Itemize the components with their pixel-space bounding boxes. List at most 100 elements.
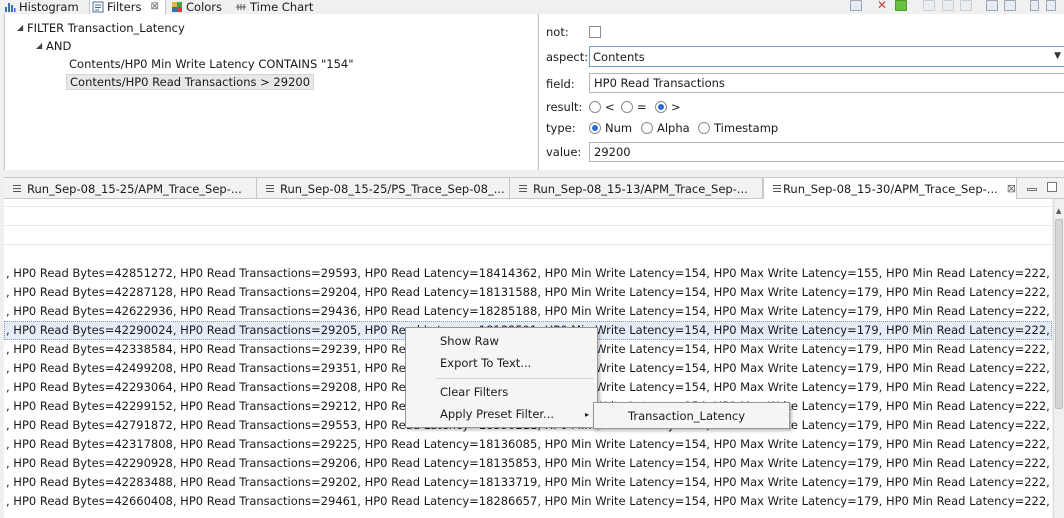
aspect-value: Contents bbox=[593, 49, 645, 64]
aspect-label: aspect: bbox=[546, 50, 589, 64]
trace-tab-strip: Run_Sep-08_15-25/APM_Trace_Sep-... Run_S… bbox=[4, 177, 1064, 199]
menu-item-transaction-latency[interactable]: Transaction_Latency bbox=[594, 404, 789, 428]
option-label: Timestamp bbox=[714, 121, 779, 135]
collapse-icon[interactable]: ◢ bbox=[36, 41, 46, 50]
option-label: Alpha bbox=[657, 121, 690, 135]
cut-icon[interactable] bbox=[923, 0, 935, 11]
filter-tree: ◢ FILTER Transaction_Latency ◢ AND Conte… bbox=[4, 14, 537, 170]
paste-icon[interactable] bbox=[960, 0, 972, 11]
export-icon[interactable] bbox=[1004, 0, 1016, 11]
table-row[interactable]: , HP0 Read Bytes=42287128, HP0 Read Tran… bbox=[4, 283, 1052, 302]
option-label: = bbox=[637, 100, 647, 114]
filter-properties: not: aspect: Contents ▼ field: HP0 Read … bbox=[538, 14, 1064, 170]
table-row[interactable]: , HP0 Read Bytes=42660408, HP0 Read Tran… bbox=[4, 492, 1052, 511]
row-divider bbox=[4, 206, 1052, 207]
scroll-up-icon[interactable]: ▲ bbox=[1056, 207, 1061, 215]
tab-time-chart[interactable]: Time Chart bbox=[233, 0, 319, 14]
histogram-icon bbox=[5, 3, 16, 12]
menu-item-apply-preset-filter[interactable]: Apply Preset Filter... ▸ bbox=[406, 404, 597, 425]
document-icon bbox=[12, 183, 22, 194]
trace-tab-label: Run_Sep-08_15-13/APM_Trace_Sep-... bbox=[533, 181, 748, 196]
type-label: type: bbox=[546, 121, 576, 135]
type-option-alpha[interactable]: Alpha bbox=[641, 121, 690, 135]
trace-tab-label: Run_Sep-08_15-25/APM_Trace_Sep-... bbox=[27, 181, 242, 196]
preset-filter-submenu: Transaction_Latency bbox=[593, 402, 790, 429]
tab-label: Filters bbox=[107, 0, 142, 14]
table-row[interactable]: , HP0 Read Bytes=42851272, HP0 Read Tran… bbox=[4, 264, 1052, 283]
collapse-icon[interactable]: ◢ bbox=[17, 23, 27, 32]
context-menu: Show Raw Export To Text... Clear Filters… bbox=[405, 327, 598, 428]
chevron-down-icon: ▼ bbox=[1054, 51, 1061, 61]
delete-icon[interactable]: ✕ bbox=[877, 0, 889, 11]
tab-filters[interactable]: Filters ⊠ bbox=[89, 0, 166, 14]
save-icon[interactable] bbox=[850, 0, 862, 11]
document-icon bbox=[772, 183, 781, 194]
tree-node-label: FILTER Transaction_Latency bbox=[27, 20, 185, 35]
result-option-lt[interactable]: < bbox=[589, 100, 615, 114]
minimize-icon[interactable] bbox=[1030, 0, 1039, 11]
tab-histogram[interactable]: Histogram bbox=[2, 0, 86, 14]
aspect-select[interactable]: Contents ▼ bbox=[589, 46, 1064, 67]
tree-node-label: AND bbox=[46, 38, 72, 53]
tree-node-condition-selected[interactable]: Contents/HP0 Read Transactions > 29200 bbox=[66, 73, 315, 90]
value-label: value: bbox=[546, 145, 582, 159]
trace-tab-1[interactable]: Run_Sep-08_15-25/APM_Trace_Sep-... bbox=[4, 178, 257, 199]
table-row[interactable]: , HP0 Read Bytes=42622936, HP0 Read Tran… bbox=[4, 302, 1052, 321]
tab-label: Colors bbox=[186, 0, 223, 14]
menu-item-clear-filters[interactable]: Clear Filters bbox=[406, 382, 597, 403]
close-icon[interactable]: ⊠ bbox=[150, 1, 158, 13]
result-label: result: bbox=[546, 100, 583, 114]
view-tab-strip: Histogram Filters ⊠ Colors Time Chart ✕ bbox=[0, 0, 1064, 14]
type-option-timestamp[interactable]: Timestamp bbox=[698, 121, 778, 135]
table-row[interactable]: , HP0 Read Bytes=42283488, HP0 Read Tran… bbox=[4, 473, 1052, 492]
document-icon bbox=[265, 183, 275, 194]
row-divider bbox=[4, 225, 1052, 226]
radio-icon bbox=[589, 101, 601, 113]
maximize-icon[interactable] bbox=[1047, 182, 1057, 192]
menu-item-show-raw[interactable]: Show Raw bbox=[406, 331, 597, 352]
time-chart-icon bbox=[236, 4, 246, 10]
tree-node-filter[interactable]: ◢ FILTER Transaction_Latency bbox=[17, 19, 185, 36]
trace-tab-label: Run_Sep-08_15-30/APM_Trace_Sep-... bbox=[782, 181, 998, 196]
maximize-icon[interactable] bbox=[1046, 0, 1056, 11]
filter-icon bbox=[92, 1, 104, 13]
type-option-num[interactable]: Num bbox=[589, 121, 632, 135]
radio-icon bbox=[641, 122, 653, 134]
trace-tab-3[interactable]: Run_Sep-08_15-13/APM_Trace_Sep-... bbox=[510, 178, 763, 199]
scrollbar-thumb[interactable] bbox=[1055, 219, 1063, 409]
menu-item-export-to-text[interactable]: Export To Text... bbox=[406, 353, 597, 374]
field-value: HP0 Read Transactions bbox=[594, 76, 725, 90]
not-checkbox[interactable] bbox=[589, 26, 601, 38]
menu-item-label: Apply Preset Filter... bbox=[440, 407, 555, 421]
close-icon[interactable]: ⊠ bbox=[1007, 182, 1016, 195]
not-label: not: bbox=[546, 25, 569, 39]
submenu-arrow-icon: ▸ bbox=[584, 410, 589, 419]
copy-icon[interactable] bbox=[942, 0, 954, 11]
tree-node-and[interactable]: ◢ AND bbox=[36, 37, 71, 54]
colors-icon bbox=[172, 2, 182, 12]
trace-tab-label: Run_Sep-08_15-25/PS_Trace_Sep-08_... bbox=[280, 181, 505, 196]
radio-icon bbox=[621, 101, 633, 113]
tree-node-condition[interactable]: Contents/HP0 Min Write Latency CONTAINS … bbox=[66, 55, 357, 72]
option-label: Num bbox=[605, 121, 633, 135]
value-input[interactable]: 29200 bbox=[589, 142, 1064, 162]
field-input[interactable]: HP0 Read Transactions bbox=[589, 73, 1064, 93]
add-icon[interactable] bbox=[895, 0, 907, 11]
radio-selected-icon bbox=[655, 101, 667, 113]
table-row[interactable]: , HP0 Read Bytes=42317808, HP0 Read Tran… bbox=[4, 435, 1052, 454]
trace-tab-4[interactable]: Run_Sep-08_15-30/APM_Trace_Sep-... ⊠ bbox=[763, 178, 1017, 199]
minimize-icon[interactable] bbox=[1027, 188, 1037, 191]
result-option-gt[interactable]: > bbox=[655, 100, 681, 114]
vertical-scrollbar[interactable]: ▲ bbox=[1053, 199, 1064, 518]
radio-selected-icon bbox=[589, 122, 601, 134]
value-text: 29200 bbox=[594, 145, 631, 159]
trace-tab-2[interactable]: Run_Sep-08_15-25/PS_Trace_Sep-08_... bbox=[257, 178, 510, 199]
menu-separator bbox=[436, 378, 594, 379]
table-row[interactable]: , HP0 Read Bytes=42290928, HP0 Read Tran… bbox=[4, 454, 1052, 473]
import-icon[interactable] bbox=[986, 0, 998, 11]
radio-icon bbox=[698, 122, 710, 134]
option-label: < bbox=[605, 100, 615, 114]
result-option-eq[interactable]: = bbox=[621, 100, 647, 114]
tab-colors[interactable]: Colors bbox=[169, 0, 230, 14]
document-icon bbox=[518, 183, 528, 194]
